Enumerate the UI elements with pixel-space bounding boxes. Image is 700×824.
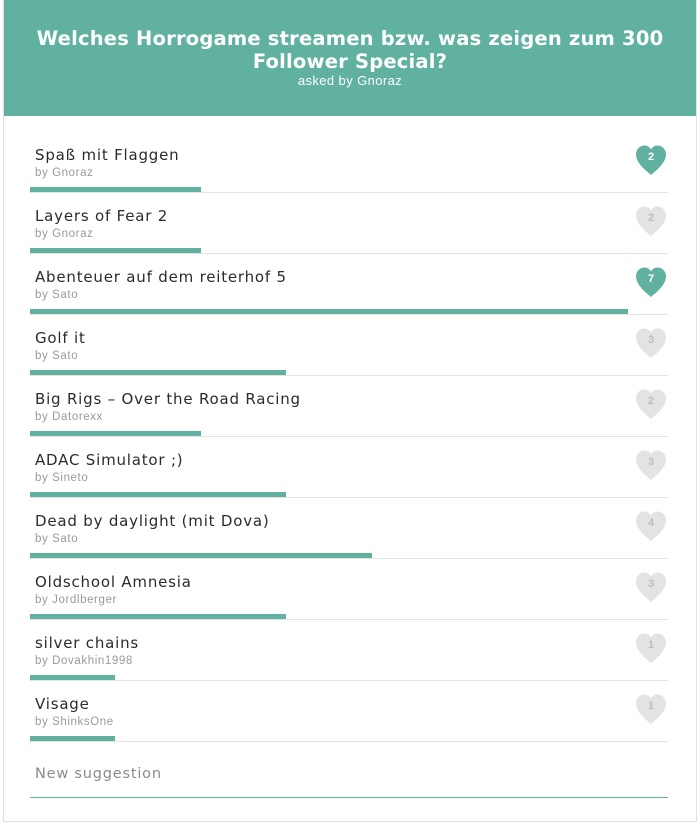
vote-share-bar <box>30 614 286 619</box>
vote-heart-button[interactable]: 4 <box>634 510 668 542</box>
vote-heart-button[interactable]: 7 <box>634 266 668 298</box>
suggestion-title: Abenteuer auf dem reiterhof 5 <box>35 268 287 286</box>
vote-count: 3 <box>647 456 655 468</box>
vote-heart-button[interactable]: 2 <box>634 388 668 420</box>
poll-title: Welches Horrogame streamen bzw. was zeig… <box>36 27 664 73</box>
suggestion-title: silver chains <box>35 634 140 652</box>
suggestion-author: by Jordlberger <box>35 594 117 606</box>
vote-share-bar <box>30 431 201 436</box>
vote-count: 2 <box>647 151 655 163</box>
suggestion-title: Visage <box>35 695 90 713</box>
suggestion-title: ADAC Simulator ;) <box>35 451 184 469</box>
vote-share-bar <box>30 736 115 741</box>
suggestion-author: by Gnoraz <box>35 167 94 179</box>
suggestion-author: by Datorexx <box>35 411 103 423</box>
suggestion-title: Big Rigs – Over the Road Racing <box>35 390 301 408</box>
vote-count: 7 <box>647 273 655 285</box>
suggestion-item: Visage by ShinksOne 1 <box>30 681 668 742</box>
vote-share-bar <box>30 553 372 558</box>
suggestion-item: Golf it by Sato 3 <box>30 315 668 376</box>
suggestion-item: Big Rigs – Over the Road Racing by Datore… <box>30 376 668 437</box>
vote-heart-button[interactable]: 1 <box>634 632 668 664</box>
suggestion-item: Abenteuer auf dem reiterhof 5 by Sato 7 <box>30 254 668 315</box>
poll-author: asked by Gnoraz <box>297 73 403 88</box>
poll-header: Welches Horrogame streamen bzw. was zeig… <box>4 0 696 116</box>
suggestion-item: Oldschool Amnesia by Jordlberger 3 <box>30 559 668 620</box>
suggestion-author: by Sato <box>35 533 79 545</box>
vote-share-bar <box>30 187 201 192</box>
suggestion-item: silver chains by Dovakhin1998 1 <box>30 620 668 681</box>
vote-count: 2 <box>647 212 655 224</box>
suggestion-author: by Gnoraz <box>35 228 94 240</box>
suggestion-item: Dead by daylight (mit Dova) by Sato 4 <box>30 498 668 559</box>
vote-share-bar <box>30 309 628 314</box>
vote-count: 4 <box>647 517 655 529</box>
suggestion-title: Oldschool Amnesia <box>35 573 192 591</box>
vote-heart-button[interactable]: 2 <box>634 144 668 176</box>
suggestion-title: Dead by daylight (mit Dova) <box>35 512 270 530</box>
vote-share-bar <box>30 370 286 375</box>
vote-count: 3 <box>647 334 655 346</box>
vote-count: 1 <box>647 639 655 651</box>
suggestion-item: ADAC Simulator ;) by Sineto 3 <box>30 437 668 498</box>
suggestion-author: by ShinksOne <box>35 716 114 728</box>
suggestion-title: Golf it <box>35 329 86 347</box>
vote-heart-button[interactable]: 3 <box>634 571 668 603</box>
vote-heart-button[interactable]: 3 <box>634 327 668 359</box>
suggestion-author: by Sato <box>35 350 79 362</box>
new-suggestion-field <box>30 752 668 798</box>
suggestion-author: by Dovakhin1998 <box>35 655 133 667</box>
vote-count: 3 <box>647 578 655 590</box>
suggestion-item: Layers of Fear 2 by Gnoraz 2 <box>30 193 668 254</box>
vote-share-bar <box>30 675 115 680</box>
suggestion-item: Spaß mit Flaggen by Gnoraz 2 <box>30 132 668 193</box>
suggestion-author: by Sineto <box>35 472 89 484</box>
suggestion-title: Layers of Fear 2 <box>35 207 169 225</box>
vote-heart-button[interactable]: 3 <box>634 449 668 481</box>
vote-heart-button[interactable]: 2 <box>634 205 668 237</box>
vote-count: 2 <box>647 395 655 407</box>
suggestion-list: Spaß mit Flaggen by Gnoraz 2 Layers of Fear… <box>30 132 668 742</box>
suggestion-author: by Sato <box>35 289 79 301</box>
suggestion-title: Spaß mit Flaggen <box>35 146 180 164</box>
new-suggestion-input[interactable] <box>30 752 668 796</box>
vote-share-bar <box>30 248 201 253</box>
vote-share-bar <box>30 492 286 497</box>
vote-count: 1 <box>647 700 655 712</box>
vote-heart-button[interactable]: 1 <box>634 693 668 725</box>
